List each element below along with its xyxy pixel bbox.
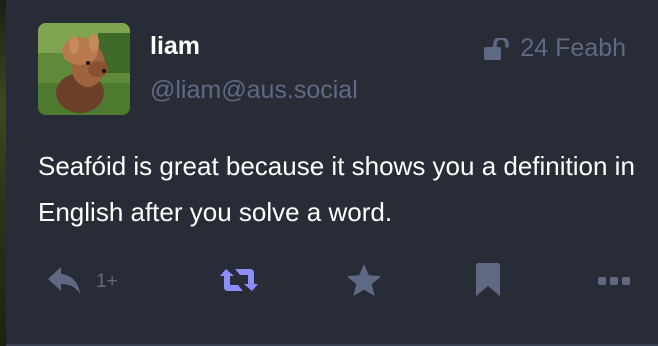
display-name[interactable]: liam — [150, 32, 200, 61]
unlock-icon — [484, 37, 512, 60]
status-content: Seafóid is great because it shows you a … — [38, 151, 635, 227]
boost-icon — [218, 265, 260, 300]
status-timestamp[interactable]: 24 Feabh — [520, 34, 626, 63]
reply-icon — [46, 264, 82, 301]
status-card[interactable]: liam @liam@aus.social 24 Feabh Seafóid i… — [6, 0, 658, 346]
reply-button[interactable]: 1+ — [46, 262, 118, 302]
more-icon — [598, 273, 630, 291]
bookmark-button[interactable] — [475, 262, 501, 302]
boost-button[interactable] — [218, 262, 260, 302]
favourite-button[interactable] — [346, 262, 382, 302]
avatar-image — [38, 23, 130, 115]
status-meta: 24 Feabh — [484, 34, 626, 63]
account-handle[interactable]: @liam@aus.social — [150, 76, 358, 105]
bookmark-icon — [475, 262, 501, 302]
reply-count: 1+ — [96, 271, 118, 292]
avatar[interactable] — [38, 23, 130, 115]
star-icon — [346, 263, 382, 302]
status-action-bar: 1+ — [46, 262, 636, 302]
more-button[interactable] — [598, 262, 630, 302]
